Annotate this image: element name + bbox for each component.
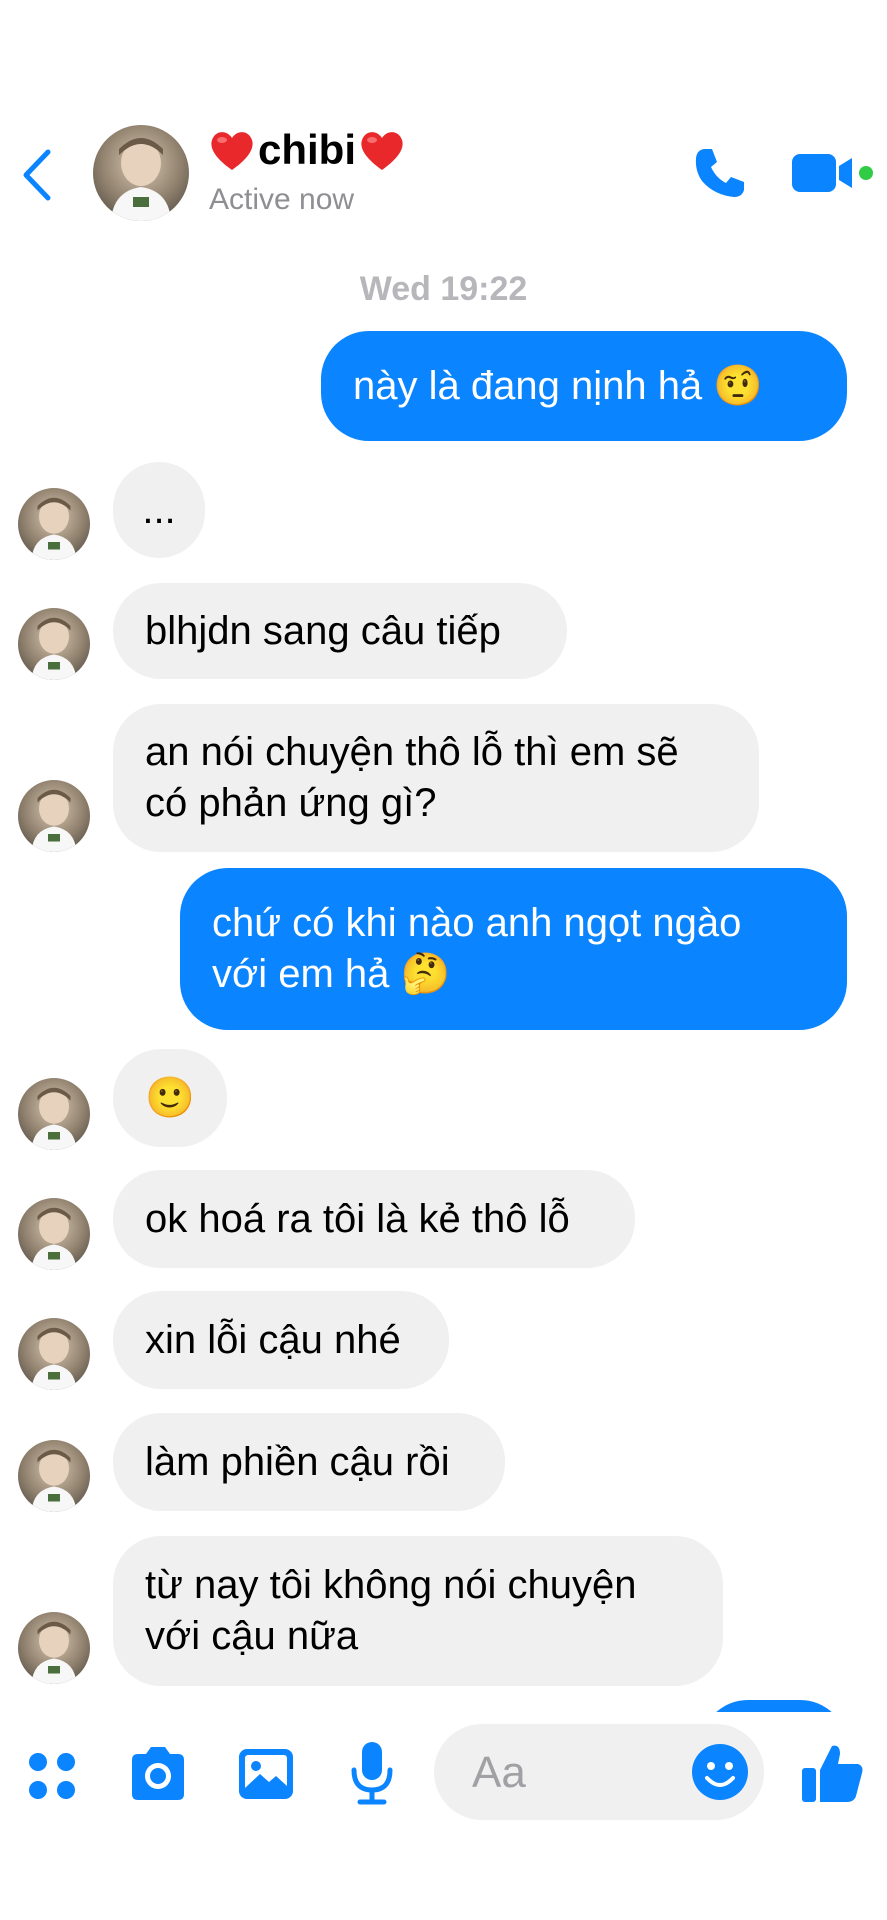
sender-avatar[interactable] — [18, 488, 90, 560]
outgoing-message[interactable]: chứ có khi nào anh ngọt ngào với em hả 🤔 — [180, 868, 847, 1030]
message-text: ok hoá ra tôi là kẻ thô lỗ — [145, 1196, 570, 1241]
apps-button[interactable] — [24, 1748, 80, 1804]
message-text: ... — [142, 487, 176, 532]
active-status: Active now — [209, 183, 355, 216]
sender-avatar[interactable] — [18, 1078, 90, 1150]
incoming-message[interactable]: blhjdn sang câu tiếp — [113, 583, 567, 679]
sender-avatar[interactable] — [18, 1318, 90, 1390]
contact-name[interactable]: chibi — [208, 122, 406, 178]
sender-avatar[interactable] — [18, 1198, 90, 1270]
incoming-message[interactable]: ok hoá ra tôi là kẻ thô lỗ — [113, 1170, 635, 1268]
emoji-icon — [692, 1744, 748, 1800]
heart-icon — [361, 132, 403, 170]
microphone-icon — [351, 1742, 393, 1805]
incoming-message[interactable]: từ nay tôi không nói chuyện với cậu nữa — [113, 1536, 723, 1686]
sender-avatar[interactable] — [18, 1612, 90, 1684]
message-input-placeholder: Aa — [472, 1748, 526, 1797]
photo-icon — [239, 1749, 293, 1799]
chat-header: chibi Active now — [0, 0, 887, 245]
contact-avatar[interactable] — [93, 125, 189, 221]
message-text: an nói chuyện thô lỗ thì em sẽ có phản ứ… — [145, 730, 679, 825]
sender-avatar[interactable] — [18, 608, 90, 680]
chevron-left-icon — [23, 149, 51, 201]
incoming-message[interactable]: 🙂 — [113, 1049, 227, 1147]
message-text: làm phiền cậu rồi — [145, 1439, 450, 1484]
back-button[interactable] — [14, 140, 62, 210]
voice-call-button[interactable] — [692, 145, 748, 201]
incoming-message[interactable]: an nói chuyện thô lỗ thì em sẽ có phản ứ… — [113, 704, 759, 852]
video-camera-icon — [792, 154, 852, 192]
thumbs-up-icon — [802, 1745, 863, 1802]
message-text: từ nay tôi không nói chuyện với cậu nữa — [145, 1563, 637, 1658]
camera-icon — [132, 1747, 184, 1800]
like-button[interactable] — [800, 1740, 866, 1806]
gallery-button[interactable] — [236, 1744, 296, 1804]
sender-avatar[interactable] — [18, 1440, 90, 1512]
heart-icon — [211, 132, 253, 170]
video-call-button[interactable] — [790, 150, 862, 196]
online-indicator — [859, 166, 873, 180]
camera-button[interactable] — [126, 1744, 190, 1804]
message-text: blhjdn sang câu tiếp — [145, 608, 501, 653]
sender-avatar[interactable] — [18, 780, 90, 852]
outgoing-message[interactable]: này là đang nịnh hả 🤨 — [321, 331, 847, 441]
incoming-message[interactable]: xin lỗi cậu nhé — [113, 1291, 449, 1389]
chat-timestamp: Wed 19:22 — [359, 270, 528, 308]
message-text: chứ có khi nào anh ngọt ngào với em hả 🤔 — [212, 901, 742, 996]
message-text: này là đang nịnh hả 🤨 — [353, 363, 764, 408]
contact-name-text: chibi — [258, 126, 357, 173]
incoming-message[interactable]: ... — [113, 462, 205, 558]
emoji-button[interactable] — [690, 1742, 750, 1802]
message-text: xin lỗi cậu nhé — [145, 1317, 401, 1362]
voice-clip-button[interactable] — [348, 1740, 396, 1808]
phone-icon — [695, 149, 744, 197]
apps-grid-icon — [29, 1753, 75, 1799]
message-text: 🙂 — [145, 1075, 195, 1120]
incoming-message[interactable]: làm phiền cậu rồi — [113, 1413, 505, 1511]
